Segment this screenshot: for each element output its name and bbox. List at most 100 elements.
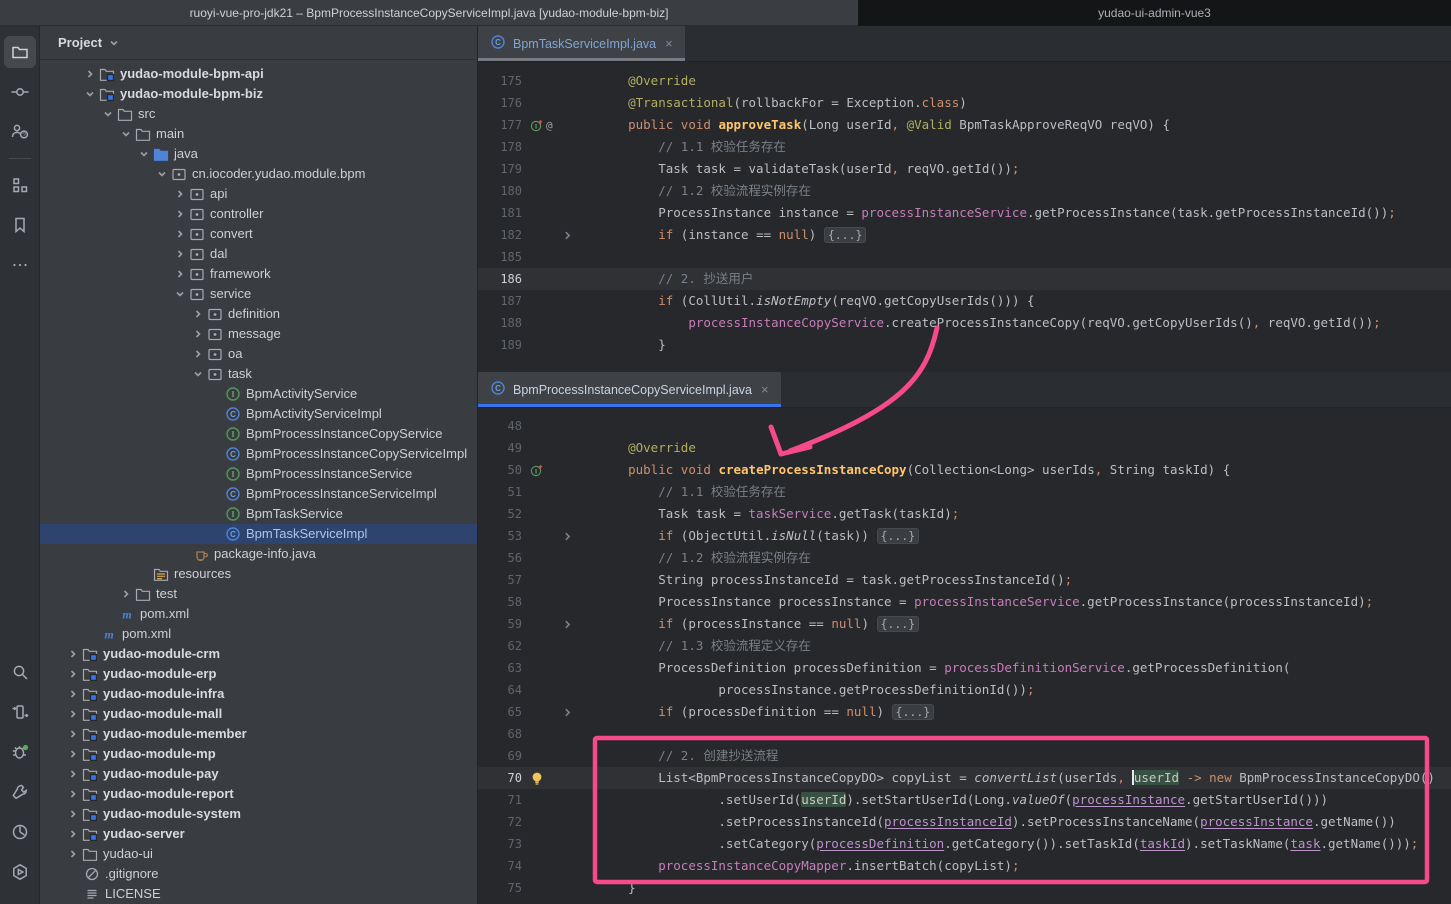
chevron-down-icon[interactable]	[136, 146, 152, 162]
line-number[interactable]: 49	[478, 441, 522, 455]
chevron-right-icon[interactable]	[172, 206, 188, 222]
chevron-right-icon[interactable]	[82, 66, 98, 82]
tree-item-yudao-module-infra[interactable]: yudao-module-infra	[40, 684, 477, 704]
line-number[interactable]: 75	[478, 881, 522, 895]
code-line[interactable]: 63 ProcessDefinition processDefinition =…	[478, 657, 1451, 679]
tree-item-pom-xml[interactable]: mpom.xml	[40, 624, 477, 644]
project-panel-title[interactable]: Project	[58, 35, 102, 50]
editor-split-top[interactable]: CBpmTaskServiceImpl.java×175 @Override17…	[478, 26, 1451, 372]
code-line[interactable]: 75 }	[478, 877, 1451, 899]
chevron-right-icon[interactable]	[172, 226, 188, 242]
line-number[interactable]: 64	[478, 683, 522, 697]
project-folder-icon[interactable]	[4, 36, 36, 68]
code-line[interactable]: 176 @Transactional(rollbackFor = Excepti…	[478, 92, 1451, 114]
chevron-right-icon[interactable]	[172, 186, 188, 202]
code-line[interactable]: 62 // 1.3 校验流程定义存在	[478, 635, 1451, 657]
tree-item-bpmactivityserviceimpl[interactable]: CBpmActivityServiceImpl	[40, 404, 477, 424]
folded-code-badge[interactable]: {...}	[877, 528, 920, 544]
tree-item-yudao-module-pay[interactable]: yudao-module-pay	[40, 764, 477, 784]
code-area[interactable]: 175 @Override176 @Transactional(rollback…	[478, 62, 1451, 356]
tree-item-yudao-module-erp[interactable]: yudao-module-erp	[40, 664, 477, 684]
chevron-down-icon[interactable]	[100, 106, 116, 122]
close-icon[interactable]: ×	[761, 382, 769, 397]
tree-item-definition[interactable]: definition	[40, 304, 477, 324]
code-line[interactable]: 65 if (processDefinition == null) {...}	[478, 701, 1451, 723]
tree-item-yudao-server[interactable]: yudao-server	[40, 824, 477, 844]
tree-item-yudao-module-report[interactable]: yudao-module-report	[40, 784, 477, 804]
terminal-icon[interactable]	[4, 896, 36, 904]
code-line[interactable]: 177I@ public void approveTask(Long userI…	[478, 114, 1451, 136]
line-number[interactable]: 65	[478, 705, 522, 719]
line-number[interactable]: 181	[478, 206, 522, 220]
debug-icon[interactable]	[4, 736, 36, 768]
folded-code-badge[interactable]: {...}	[824, 227, 867, 243]
line-number[interactable]: 188	[478, 316, 522, 330]
tree-item-api[interactable]: api	[40, 184, 477, 204]
chevron-down-icon[interactable]	[154, 166, 170, 182]
tree-item-test[interactable]: test	[40, 584, 477, 604]
chevron-right-icon[interactable]	[65, 726, 81, 742]
code-line[interactable]: 175 @Override	[478, 70, 1451, 92]
close-icon[interactable]: ×	[665, 36, 673, 51]
line-number[interactable]: 179	[478, 162, 522, 176]
chevron-right-icon[interactable]	[65, 646, 81, 662]
tree-item-task[interactable]: task	[40, 364, 477, 384]
line-number[interactable]: 176	[478, 96, 522, 110]
tree-item-yudao-module-mall[interactable]: yudao-module-mall	[40, 704, 477, 724]
tree-item-bpmprocessinstanceserviceimpl[interactable]: CBpmProcessInstanceServiceImpl	[40, 484, 477, 504]
fold-chevron-icon[interactable]	[562, 531, 573, 542]
tree-item-dal[interactable]: dal	[40, 244, 477, 264]
code-line[interactable]: 58 ProcessInstance processInstance = pro…	[478, 591, 1451, 613]
line-number[interactable]: 73	[478, 837, 522, 851]
tree-item-message[interactable]: message	[40, 324, 477, 344]
code-line[interactable]: 69 // 2. 创建抄送流程	[478, 745, 1451, 767]
tree-item--gitignore[interactable]: .gitignore	[40, 864, 477, 884]
code-line[interactable]: 179 Task task = validateTask(userId, req…	[478, 158, 1451, 180]
intention-bulb-icon[interactable]	[530, 771, 544, 786]
chevron-right-icon[interactable]	[190, 306, 206, 322]
chevron-down-icon[interactable]	[82, 86, 98, 102]
code-line[interactable]: 189 }	[478, 334, 1451, 356]
tree-item-yudao-module-mp[interactable]: yudao-module-mp	[40, 744, 477, 764]
tree-item-bpmprocessinstancecopyservice[interactable]: IBpmProcessInstanceCopyService	[40, 424, 477, 444]
line-number[interactable]: 72	[478, 815, 522, 829]
chevron-right-icon[interactable]	[118, 586, 134, 602]
code-line[interactable]: 53 if (ObjectUtil.isNull(task)) {...}	[478, 525, 1451, 547]
search-icon[interactable]	[4, 656, 36, 688]
code-line[interactable]: 48	[478, 415, 1451, 437]
code-line[interactable]: 187 if (CollUtil.isNotEmpty(reqVO.getCop…	[478, 290, 1451, 312]
fold-chevron-icon[interactable]	[562, 619, 573, 630]
tree-item-src[interactable]: src	[40, 104, 477, 124]
line-number[interactable]: 74	[478, 859, 522, 873]
code-line[interactable]: 180 // 1.2 校验流程实例存在	[478, 180, 1451, 202]
line-number[interactable]: 51	[478, 485, 522, 499]
chevron-down-icon[interactable]	[118, 126, 134, 142]
code-area[interactable]: 4849 @Override50I public void createProc…	[478, 408, 1451, 899]
code-line[interactable]: 178 // 1.1 校验任务存在	[478, 136, 1451, 158]
code-line[interactable]: 50I public void createProcessInstanceCop…	[478, 459, 1451, 481]
chevron-right-icon[interactable]	[190, 346, 206, 362]
line-number[interactable]: 189	[478, 338, 522, 352]
line-number[interactable]: 175	[478, 74, 522, 88]
line-number[interactable]: 68	[478, 727, 522, 741]
folded-code-badge[interactable]: {...}	[892, 704, 935, 720]
editor-tab[interactable]: CBpmProcessInstanceCopyServiceImpl.java×	[478, 372, 781, 407]
code-line[interactable]: 64 processInstance.getProcessDefinitionI…	[478, 679, 1451, 701]
more-icon[interactable]	[4, 249, 36, 281]
code-line[interactable]: 59 if (processInstance == null) {...}	[478, 613, 1451, 635]
tree-item-oa[interactable]: oa	[40, 344, 477, 364]
tree-item-java[interactable]: java	[40, 144, 477, 164]
chevron-right-icon[interactable]	[172, 266, 188, 282]
chevron-right-icon[interactable]	[65, 826, 81, 842]
fold-chevron-icon[interactable]	[562, 707, 573, 718]
chevron-right-icon[interactable]	[65, 766, 81, 782]
chevron-right-icon[interactable]	[65, 746, 81, 762]
line-number[interactable]: 52	[478, 507, 522, 521]
line-number[interactable]: 50	[478, 463, 522, 477]
tree-item-convert[interactable]: convert	[40, 224, 477, 244]
tree-item-yudao-module-system[interactable]: yudao-module-system	[40, 804, 477, 824]
chevron-right-icon[interactable]	[65, 846, 81, 862]
chevron-down-icon[interactable]	[190, 366, 206, 382]
line-number[interactable]: 58	[478, 595, 522, 609]
tree-item-bpmtaskserviceimpl[interactable]: CBpmTaskServiceImpl	[40, 524, 477, 544]
